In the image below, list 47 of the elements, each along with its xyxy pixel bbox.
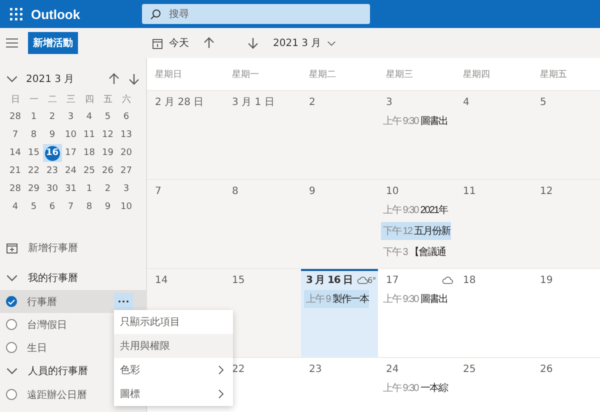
day-label: 18 — [463, 274, 476, 286]
menu-item-label: 色彩 — [120, 364, 140, 377]
weekday-label: 二 — [46, 94, 58, 106]
day-label: 15 — [232, 274, 245, 286]
menu-item-label: 共用與權限 — [120, 340, 170, 353]
day-label: 17 — [386, 274, 399, 286]
weekday-label: 四 — [84, 94, 95, 106]
weekday-label: 六 — [120, 94, 132, 106]
day-label: 12 — [540, 186, 553, 196]
day-label: 4 — [463, 96, 470, 108]
day-label: 9 — [309, 186, 316, 196]
day-label: 25 — [463, 364, 476, 374]
day-label: 22 — [232, 364, 245, 374]
weekday-label: 日 — [10, 94, 21, 106]
weekday-header: 星期三 — [385, 68, 414, 80]
app-name: Outlook — [31, 6, 82, 22]
calendar-name: 行事曆 — [27, 296, 57, 308]
weekday-header: 星期二 — [308, 68, 337, 80]
weekday-label: 五 — [102, 94, 114, 106]
weekday-label: 一 — [28, 94, 40, 106]
day-label: 3 月 16 日 — [306, 274, 353, 287]
day-label: 14 — [155, 274, 168, 286]
menu-item-label: 只顯示此項目 — [120, 316, 180, 329]
menu-item-label: 圖標 — [120, 388, 140, 401]
day-label: 23 — [309, 364, 322, 374]
day-label: 3 月 1 日 — [232, 96, 274, 109]
day-label: 2 — [309, 96, 316, 108]
temperature: 6° — [368, 276, 376, 284]
day-label: 5 — [540, 96, 546, 108]
mini-calendar-title: 2021 3 月 — [26, 73, 76, 86]
weekday-label: 三 — [65, 94, 76, 106]
weekday-header: 星期五 — [539, 68, 568, 80]
weekday-header: 星期日 — [154, 68, 183, 80]
day-label: 11 — [463, 186, 476, 196]
day-label: 8 — [232, 186, 238, 196]
weekday-header: 星期四 — [462, 68, 491, 80]
day-label: 3 — [386, 96, 392, 108]
day-label: 10 — [386, 186, 399, 196]
day-label: 26 — [540, 364, 553, 374]
day-label: 7 — [155, 186, 162, 196]
day-label: 24 — [386, 364, 399, 374]
day-label: 19 — [540, 274, 553, 286]
day-label: 2 月 28 日 — [155, 96, 204, 109]
calendar-name: 生日 — [27, 342, 47, 354]
calendar-name: 台灣假日 — [27, 318, 67, 332]
calendar-name: 遠距辦公日曆 — [27, 388, 87, 402]
weekday-header: 星期一 — [231, 68, 260, 80]
